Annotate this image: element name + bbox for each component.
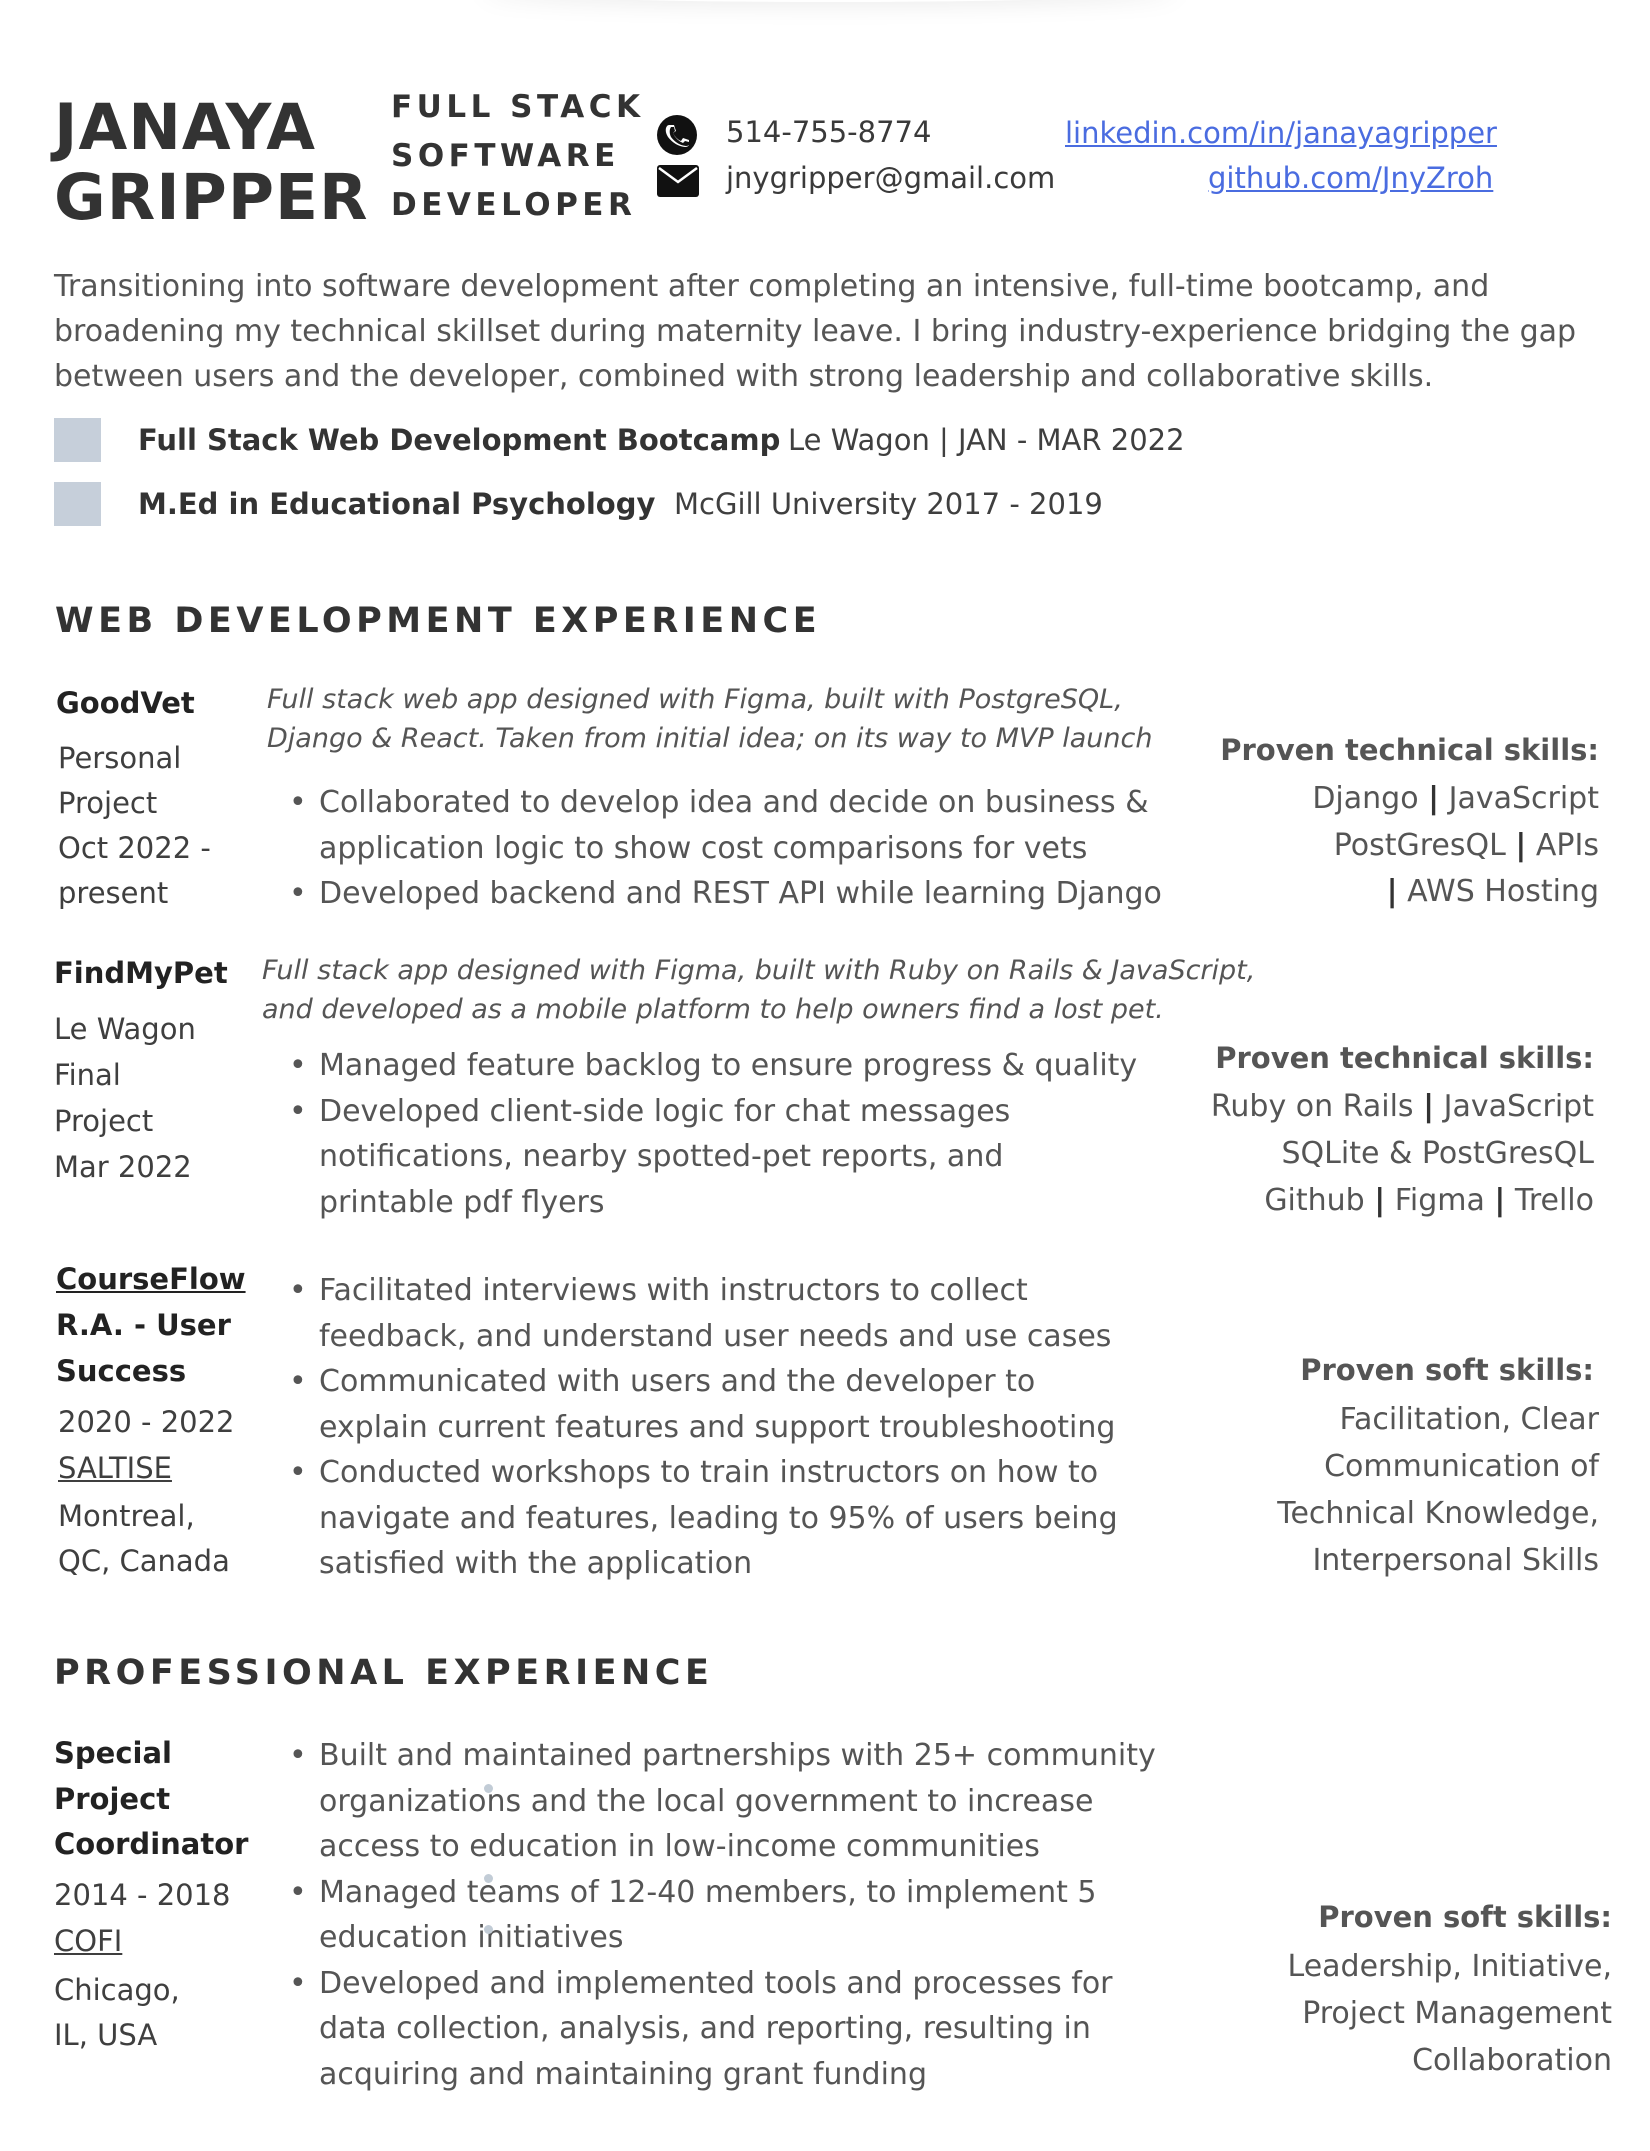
job-dates: 2020 - 2022 — [58, 1405, 235, 1439]
bullet-item: Managed teams of 12-40 members, to imple… — [289, 1870, 1156, 1961]
skills-line: Django | JavaScript — [1312, 781, 1599, 816]
job-title-courseflow-link[interactable]: CourseFlow — [56, 1262, 246, 1296]
bullet-list: Built and maintained partnerships with 2… — [289, 1733, 1156, 2097]
job-dates: 2014 - 2018 — [54, 1878, 231, 1912]
skills-heading: Proven soft skills: — [1318, 1900, 1612, 1934]
bullet-item: Built and maintained partnerships with 2… — [289, 1733, 1156, 1870]
bullet-item: Developed backend and REST API while lea… — [289, 871, 1162, 917]
job-location-line: Chicago, — [54, 1973, 180, 2007]
job-side-line: Mar 2022 — [54, 1150, 192, 1184]
education-meta: McGill University 2017 - 2019 — [674, 487, 1103, 521]
section-heading-professional: PROFESSIONAL EXPERIENCE — [54, 1653, 714, 1693]
job-side-line: Project — [58, 786, 158, 820]
job-side-line: Final — [54, 1058, 121, 1092]
skills-heading: Proven technical skills: — [1215, 1041, 1594, 1075]
education-title: Full Stack Web Development Bootcamp — [138, 423, 781, 457]
email-address[interactable]: jnygripper@gmail.com — [726, 164, 1055, 193]
job-description: Full stack web app designed with Figma, … — [267, 684, 1123, 715]
skills-line: Github | Figma | Trello — [1264, 1183, 1594, 1218]
role-line-1: FULL STACK — [391, 89, 645, 125]
skills-line: Ruby on Rails | JavaScript — [1210, 1089, 1594, 1124]
bullet-item: Conducted workshops to train instructors… — [289, 1450, 1118, 1587]
linkedin-link[interactable]: linkedin.com/in/janayagripper — [1065, 119, 1497, 148]
job-side-line: Le Wagon — [54, 1012, 196, 1046]
skills-line: Communication of — [1324, 1449, 1599, 1484]
skills-heading: Proven technical skills: — [1220, 733, 1599, 767]
job-description: Django & React. Taken from initial idea;… — [267, 723, 1153, 754]
page-top-shadow — [480, 0, 1180, 2]
skills-line: Facilitation, Clear — [1339, 1402, 1599, 1437]
job-side-line: Oct 2022 - — [58, 831, 211, 865]
skills-line: PostGresQL | APIs — [1333, 828, 1599, 863]
bullet-item: Collaborated to develop idea and decide … — [289, 780, 1162, 871]
education-title: M.Ed in Educational Psychology — [138, 487, 656, 521]
stray-dot — [484, 1874, 493, 1883]
skills-line: Leadership, Initiative, — [1287, 1949, 1612, 1984]
job-role-line: Coordinator — [54, 1827, 249, 1861]
bullet-item: Developed and implemented tools and proc… — [289, 1961, 1156, 2098]
education-marker — [54, 418, 101, 462]
skills-line: Project Management — [1302, 1996, 1612, 2031]
skills-line: Collaboration — [1412, 2043, 1612, 2078]
skills-line: Interpersonal Skills — [1312, 1543, 1599, 1578]
education-meta: Le Wagon | JAN - MAR 2022 — [788, 423, 1185, 457]
skills-line: SQLite & PostGresQL — [1281, 1136, 1595, 1171]
section-heading-web: WEB DEVELOPMENT EXPERIENCE — [55, 601, 822, 641]
job-title-findmypet: FindMyPet — [54, 956, 228, 990]
job-location-line: QC, Canada — [58, 1544, 230, 1578]
bullet-item: Facilitated interviews with instructors … — [289, 1268, 1118, 1359]
job-description: and developed as a mobile platform to he… — [262, 994, 1164, 1025]
skills-line: Technical Knowledge, — [1277, 1496, 1599, 1531]
bullet-item: Developed client-side logic for chat mes… — [289, 1089, 1137, 1226]
org-link-cofi[interactable]: COFI — [54, 1918, 122, 1964]
summary: Transitioning into software development … — [54, 269, 1577, 394]
bullet-item: Communicated with users and the develope… — [289, 1359, 1118, 1450]
job-description: Full stack app designed with Figma, buil… — [262, 955, 1256, 986]
name-last: GRIPPER — [54, 161, 369, 234]
job-side-line: Personal — [58, 741, 182, 775]
job-side-line: Project — [54, 1104, 154, 1138]
job-location-line: IL, USA — [54, 2018, 158, 2052]
job-role-line: Project — [54, 1782, 171, 1816]
skills-line: | AWS Hosting — [1386, 874, 1599, 909]
job-side-line: present — [58, 876, 169, 910]
phone-icon — [657, 115, 697, 155]
name-first: JANAYA — [54, 91, 316, 164]
skills-heading: Proven soft skills: — [1300, 1353, 1594, 1387]
stray-dot — [484, 1925, 493, 1934]
bullet-list: Collaborated to develop idea and decide … — [289, 780, 1162, 917]
bullet-item: Managed feature backlog to ensure progre… — [289, 1043, 1137, 1089]
job-role-line: R.A. - User — [56, 1308, 231, 1342]
phone-number: 514-755-8774 — [726, 115, 932, 149]
envelope-icon — [657, 165, 699, 197]
job-role-line: Special — [54, 1736, 172, 1770]
role-line-3: DEVELOPER — [391, 187, 637, 223]
github-link[interactable]: github.com/JnyZroh — [1208, 164, 1493, 193]
job-role-line: Success — [56, 1354, 187, 1388]
job-title-goodvet: GoodVet — [56, 686, 195, 720]
job-location-line: Montreal, — [58, 1499, 195, 1533]
bullet-list: Facilitated interviews with instructors … — [289, 1268, 1118, 1587]
bullet-list: Managed feature backlog to ensure progre… — [289, 1043, 1137, 1225]
education-marker — [54, 482, 101, 526]
role-line-2: SOFTWARE — [391, 138, 620, 174]
stray-dot — [484, 1784, 493, 1793]
org-link-saltise[interactable]: SALTISE — [58, 1445, 172, 1491]
